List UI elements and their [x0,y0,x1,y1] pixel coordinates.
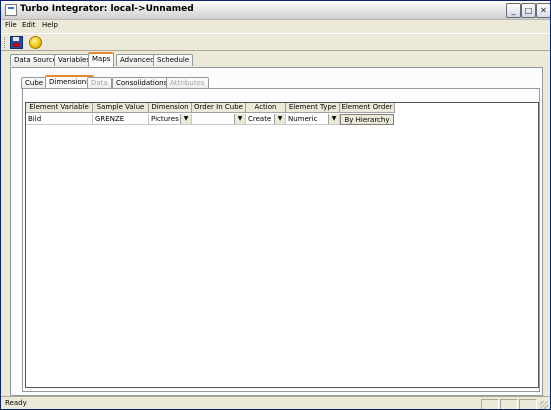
column-header-element-variable[interactable]: Element Variable [26,103,93,113]
minimize-button[interactable]: _ [506,3,521,18]
window-title: Turbo Integrator: local->Unnamed [20,4,194,14]
cell-element-variable: Bild [26,114,93,125]
action-dropdown[interactable]: Create ▼ [246,114,286,125]
chevron-down-icon[interactable]: ▼ [180,114,191,124]
column-header-order-in-cube[interactable]: Order In Cube [192,103,246,113]
toolbar [1,33,550,51]
column-header-element-order[interactable]: Element Order [340,103,395,113]
save-icon[interactable] [10,36,23,49]
status-panel [519,399,537,409]
column-header-sample-value[interactable]: Sample Value [93,103,149,113]
menu-edit[interactable]: Edit [22,21,36,29]
close-button[interactable]: ✕ [536,3,550,18]
resize-grip[interactable] [540,401,548,409]
status-text: Ready [5,399,27,407]
cell-sample-value: GRENZE [93,114,149,125]
chevron-down-icon[interactable]: ▼ [274,114,285,124]
tab-schedule[interactable]: Schedule [153,54,194,66]
maximize-button[interactable]: □ [521,3,536,18]
menu-help[interactable]: Help [42,21,58,29]
chevron-down-icon[interactable]: ▼ [328,114,339,124]
column-header-element-type[interactable]: Element Type [286,103,340,113]
dimension-mapping-grid: Element Variable Sample Value Dimension … [25,102,539,388]
status-panel [481,399,499,409]
tab-maps[interactable]: Maps [88,52,115,68]
run-icon[interactable] [29,36,42,49]
element-type-dropdown[interactable]: Numeric ▼ [286,114,340,125]
maps-panel: Cube Dimensions Data Consolidations Attr… [10,67,543,396]
status-bar: Ready [1,396,550,409]
turbo-integrator-window: Turbo Integrator: local->Unnamed _ □ ✕ F… [0,0,551,410]
order-in-cube-dropdown[interactable]: ▼ [192,114,246,125]
app-icon [5,4,17,16]
toolbar-grip [4,37,7,48]
menu-bar: File Edit Help [1,20,550,32]
column-header-action[interactable]: Action [246,103,286,113]
title-bar: Turbo Integrator: local->Unnamed _ □ ✕ [1,1,550,20]
column-header-dimension[interactable]: Dimension [149,103,192,113]
dimension-dropdown[interactable]: Pictures ▼ [149,114,192,125]
status-panel [500,399,518,409]
menu-file[interactable]: File [5,21,17,29]
chevron-down-icon[interactable]: ▼ [234,114,245,124]
element-order-button[interactable]: By Hierarchy [340,114,394,125]
dimensions-panel: Element Variable Sample Value Dimension … [22,88,540,392]
